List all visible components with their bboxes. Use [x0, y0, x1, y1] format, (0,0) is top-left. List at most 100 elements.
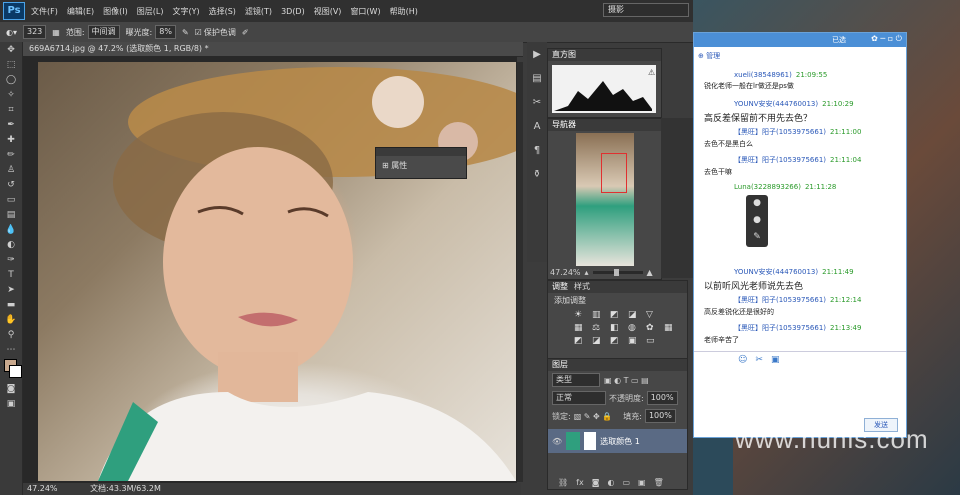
mask-icon[interactable]: ◙ [592, 478, 600, 487]
doc-size-info[interactable]: 文档:43.3M/63.2M [90, 484, 161, 493]
dodge-tool-icon[interactable]: ◐▾ [6, 28, 17, 37]
curves-icon[interactable]: ◩ [610, 310, 624, 320]
hand-tool-icon[interactable]: ✋ [0, 312, 22, 327]
menu-edit[interactable]: 编辑(E) [67, 6, 94, 17]
navigator-zoom[interactable]: 47.24% [550, 268, 581, 277]
blend-mode-select[interactable]: 正常 [552, 391, 606, 405]
levels-icon[interactable]: ▥ [592, 310, 606, 320]
zoom-tool-icon[interactable]: ⚲ [0, 327, 22, 342]
selective-color-icon[interactable]: ▣ [628, 336, 642, 346]
brightness-icon[interactable]: ☀ [574, 310, 588, 320]
navigator-thumbnail[interactable] [576, 133, 634, 266]
crop-tool-icon[interactable]: ⌗ [0, 102, 22, 117]
menu-window[interactable]: 窗口(W) [350, 6, 380, 17]
menu-view[interactable]: 视图(V) [314, 6, 342, 17]
menu-layer[interactable]: 图层(L) [137, 6, 164, 17]
layer-name[interactable]: 选取颜色 1 [600, 436, 640, 447]
quick-mask-icon[interactable]: ◙ [0, 381, 22, 396]
marquee-tool-icon[interactable]: ⬚ [0, 57, 22, 72]
clone-source-icon[interactable]: ⚱ [527, 162, 547, 186]
exposure-icon[interactable]: ◪ [628, 310, 642, 320]
chat-sender[interactable]: Luna(3228893266) [734, 183, 801, 191]
tools-icon[interactable]: ✂ [527, 90, 547, 114]
canvas-scrollbar[interactable] [517, 62, 523, 482]
paragraph-icon[interactable]: ¶ [527, 138, 547, 162]
vibrance-icon[interactable]: ▽ [646, 310, 660, 320]
menu-3d[interactable]: 3D(D) [281, 7, 305, 16]
brush-tool-icon[interactable]: ✏ [0, 147, 22, 162]
gradient-map-icon[interactable]: ▭ [646, 336, 660, 346]
dodge-tool-icon-side[interactable]: ◐ [0, 237, 22, 252]
chat-sender[interactable]: 【黑旺】阳子(1053975661) [734, 324, 826, 332]
tab-adjustments[interactable]: 调整 [552, 281, 568, 293]
zoom-in-icon[interactable]: ▲ [647, 268, 653, 277]
posterize-icon[interactable]: ◪ [592, 336, 606, 346]
chat-sender[interactable]: YOUNV安安(444760013) [734, 268, 818, 276]
chat-sender[interactable]: 【黑旺】阳子(1053975661) [734, 128, 826, 136]
zoom-slider-knob[interactable] [613, 269, 619, 276]
brush-size-field[interactable]: 323 [23, 25, 47, 39]
scissors-icon[interactable]: ✂ [755, 355, 763, 365]
channel-mixer-icon[interactable]: ✿ [646, 323, 660, 333]
protect-tones-checkbox[interactable]: ☑ [195, 28, 202, 37]
lasso-tool-icon[interactable]: ◯ [0, 72, 22, 87]
properties-float-panel[interactable]: ⊞ 属性 [375, 147, 467, 179]
menu-help[interactable]: 帮助(H) [390, 6, 418, 17]
layer-row[interactable]: 👁 选取颜色 1 [548, 429, 687, 453]
invert-icon[interactable]: ◩ [574, 336, 588, 346]
photo-canvas[interactable] [38, 62, 516, 481]
healing-tool-icon[interactable]: ✚ [0, 132, 22, 147]
move-tool-icon[interactable]: ✥ [0, 42, 22, 57]
hue-sat-icon[interactable]: ▦ [574, 323, 588, 333]
lock-icons[interactable]: ▧ ✎ ✥ 🔒 [574, 412, 613, 421]
layer-filter-select[interactable]: 类型 [552, 373, 600, 387]
pen-tool-icon[interactable]: ✑ [0, 252, 22, 267]
character-icon[interactable]: A [527, 114, 547, 138]
zoom-out-icon[interactable]: ▴ [585, 268, 589, 277]
emoji-icon[interactable]: ☺ [738, 355, 747, 365]
photo-filter-icon[interactable]: ◍ [628, 323, 642, 333]
visibility-eye-icon[interactable]: 👁 [552, 437, 562, 446]
chat-sender[interactable]: 【黑旺】阳子(1053975661) [734, 156, 826, 164]
adjustment-layer-icon[interactable]: ◐ [607, 478, 614, 487]
type-tool-icon[interactable]: T [0, 267, 22, 282]
screen-mode-icon[interactable]: ▣ [0, 396, 22, 411]
blur-tool-icon[interactable]: 💧 [0, 222, 22, 237]
menu-image[interactable]: 图像(I) [103, 6, 128, 17]
menu-select[interactable]: 选择(S) [209, 6, 236, 17]
range-select[interactable]: 中间调 [87, 25, 120, 39]
color-swatches[interactable] [0, 357, 22, 381]
chat-sender[interactable]: YOUNV安安(444760013) [734, 100, 818, 108]
manage-icon[interactable]: ⊕ [698, 52, 706, 60]
brush-panel-icon[interactable]: ▦ [52, 28, 60, 37]
stamp-tool-icon[interactable]: ♙ [0, 162, 22, 177]
layer-comps-icon[interactable]: ▤ [527, 66, 547, 90]
manage-label[interactable]: 管理 [706, 52, 720, 60]
shape-tool-icon[interactable]: ▬ [0, 297, 22, 312]
new-layer-icon[interactable]: ▣ [638, 478, 646, 487]
play-icon[interactable]: ▶ [527, 42, 547, 66]
background-color[interactable] [9, 365, 22, 378]
zoom-slider[interactable] [592, 269, 643, 276]
menu-file[interactable]: 文件(F) [31, 6, 58, 17]
color-balance-icon[interactable]: ⚖ [592, 323, 606, 333]
exposure-field[interactable]: 8% [155, 25, 176, 39]
eraser-tool-icon[interactable]: ▭ [0, 192, 22, 207]
bw-icon[interactable]: ◧ [610, 323, 624, 333]
fx-icon[interactable]: fx [576, 478, 584, 487]
chat-sender[interactable]: 【黑旺】阳子(1053975661) [734, 296, 826, 304]
chat-input-field[interactable] [736, 369, 902, 415]
filter-icons[interactable]: ▣ ◐ T ▭ ▤ [604, 376, 649, 385]
opacity-field[interactable]: 100% [646, 391, 678, 405]
eyedropper-tool-icon[interactable]: ✒ [0, 117, 22, 132]
navigator-view-box[interactable] [601, 153, 627, 193]
menu-filter[interactable]: 滤镜(T) [245, 6, 272, 17]
document-tab[interactable]: 669A6714.jpg @ 47.2% (选取颜色 1, RGB/8) * [23, 42, 523, 57]
more-tools-icon[interactable]: ⋯ [0, 342, 22, 357]
color-lookup-icon[interactable]: ▦ [664, 323, 678, 333]
link-icon[interactable]: ⛓ [558, 478, 568, 487]
group-icon[interactable]: ▭ [622, 478, 630, 487]
quick-select-tool-icon[interactable]: ✧ [0, 87, 22, 102]
fill-field[interactable]: 100% [644, 409, 676, 423]
history-brush-icon[interactable]: ↺ [0, 177, 22, 192]
